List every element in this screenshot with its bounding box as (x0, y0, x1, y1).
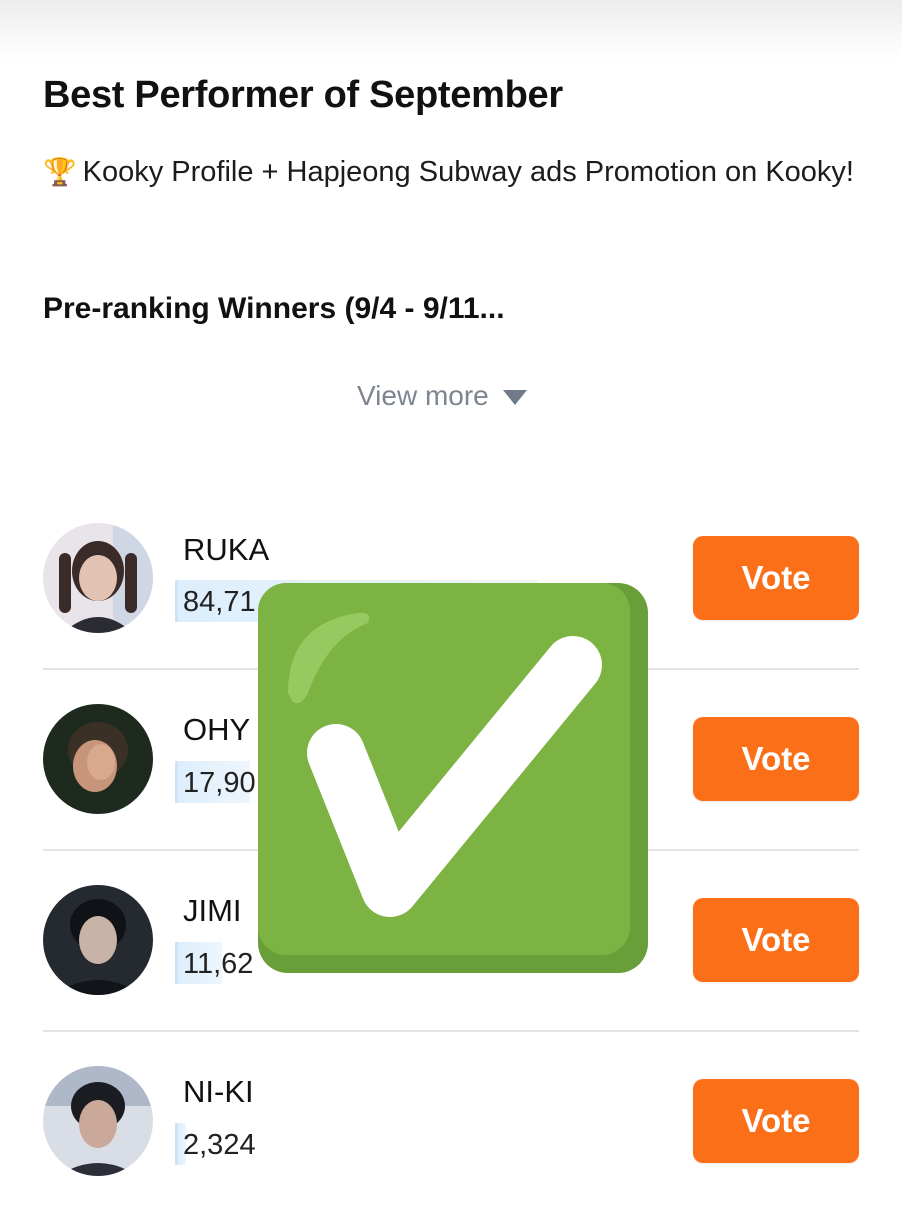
avatar-image (43, 704, 153, 814)
vote-count: 17,90 (183, 767, 256, 799)
vote-button[interactable]: Vote (693, 536, 859, 620)
ranking-row: NI-KI 2,324 Vote (43, 1032, 859, 1212)
artist-name: NI-KI (183, 1074, 254, 1109)
artist-name: RUKA (183, 532, 270, 567)
promo-description: 🏆 Kooky Profile + Hapjeong Subway ads Pro… (43, 148, 863, 196)
artist-name: OHY (183, 712, 251, 747)
avatar (43, 885, 153, 995)
vote-button[interactable]: Vote (693, 898, 859, 982)
avatar (43, 523, 153, 633)
avatar-image (43, 523, 153, 633)
avatar-image (43, 1066, 153, 1176)
check-mark-button-icon (258, 583, 648, 973)
view-more-button[interactable]: View more (357, 380, 527, 412)
artist-name: JIMI (183, 893, 242, 928)
top-shade (0, 0, 902, 60)
promo-description-text: Kooky Profile + Hapjeong Subway ads Prom… (82, 156, 854, 188)
page-title: Best Performer of September (43, 74, 563, 116)
trophy-icon: 🏆 (43, 157, 77, 187)
section-subtitle: Pre-ranking Winners (9/4 - 9/11... (43, 292, 505, 325)
caret-down-icon (502, 389, 527, 405)
avatar-image (43, 885, 153, 995)
vote-button[interactable]: Vote (693, 1079, 859, 1163)
vote-count: 2,324 (183, 1129, 256, 1161)
vote-button[interactable]: Vote (693, 717, 859, 801)
vote-count: 84,71 (183, 586, 256, 618)
avatar (43, 704, 153, 814)
view-more-label: View more (357, 380, 489, 411)
avatar (43, 1066, 153, 1176)
vote-count: 11,62 (183, 948, 254, 980)
